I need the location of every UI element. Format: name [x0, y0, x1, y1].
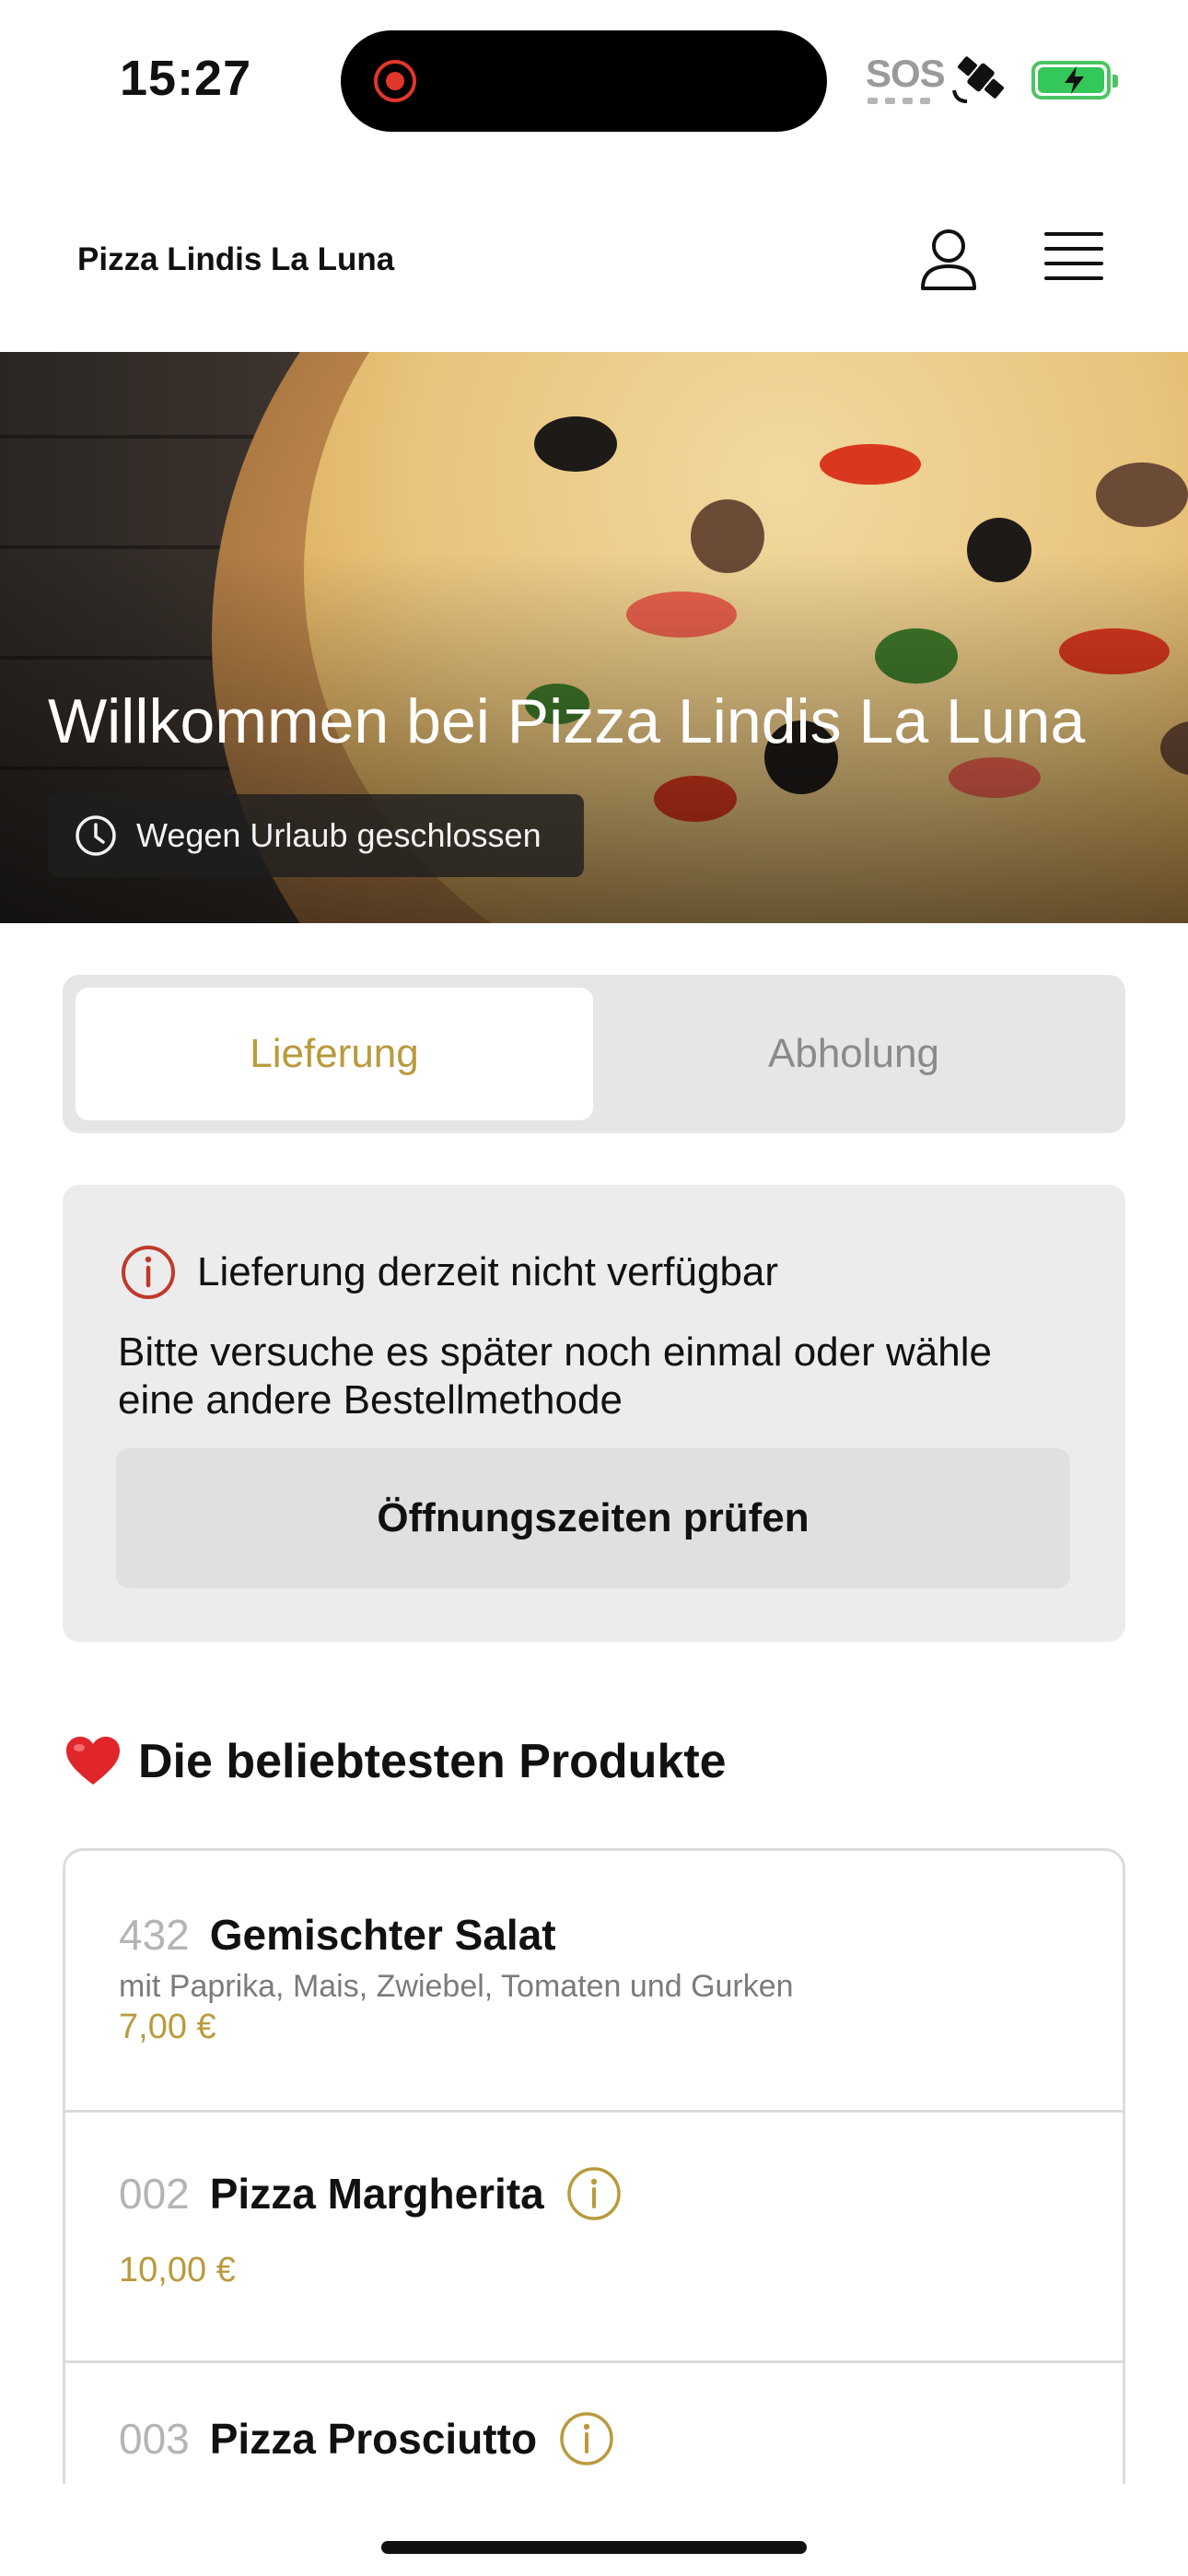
product-name: Gemischter Salat	[209, 1911, 556, 1959]
popular-products-label: Die beliebtesten Produkte	[138, 1735, 727, 1788]
product-item[interactable]: 002 Pizza Margherita 10,00 €	[65, 2113, 1123, 2363]
status-bar: 15:27 SOS	[0, 0, 1188, 157]
product-number: 003	[119, 2415, 190, 2463]
user-icon[interactable]	[917, 226, 980, 292]
heart-icon	[66, 1737, 120, 1785]
info-icon[interactable]	[566, 2166, 622, 2221]
notice-text: Bitte versuche es später noch einmal ode…	[118, 1329, 992, 1423]
delivery-unavailable-notice: Lieferung derzeit nicht verfügbar Bitte …	[63, 1185, 1125, 1642]
welcome-heading: Willkommen bei Pizza Lindis La Luna	[48, 686, 1086, 756]
check-opening-hours-button[interactable]: Öffnungszeiten prüfen	[116, 1448, 1070, 1588]
restaurant-title[interactable]: Pizza Lindis La Luna	[77, 241, 394, 278]
home-indicator[interactable]	[381, 2541, 807, 2554]
tab-delivery[interactable]: Lieferung	[76, 988, 593, 1120]
product-name: Pizza Margherita	[209, 2170, 544, 2218]
hero-banner: Willkommen bei Pizza Lindis La Luna Wege…	[0, 352, 1188, 923]
sos-indicator: SOS	[866, 52, 946, 95]
product-description: mit Paprika, Mais, Zwiebel, Tomaten und …	[119, 1969, 794, 2004]
product-price: 7,00 €	[119, 2008, 216, 2046]
tab-pickup[interactable]: Abholung	[595, 988, 1112, 1120]
app-header: Pizza Lindis La Luna	[0, 184, 1188, 352]
product-name: Pizza Prosciutto	[209, 2415, 538, 2463]
product-number: 002	[119, 2170, 190, 2218]
store-status-text: Wegen Urlaub geschlossen	[136, 816, 542, 854]
dynamic-island	[341, 30, 827, 132]
menu-icon[interactable]	[1042, 228, 1105, 286]
notice-header: Lieferung derzeit nicht verfügbar	[120, 1244, 778, 1301]
order-method-tabs: Lieferung Abholung	[63, 975, 1125, 1133]
product-item[interactable]: 432 Gemischter Salat mit Paprika, Mais, …	[65, 1851, 1123, 2113]
product-number: 432	[119, 1911, 190, 1959]
clock-icon	[76, 815, 116, 856]
satellite-icon	[952, 56, 1005, 103]
product-price: 10,00 €	[119, 2251, 236, 2289]
status-time: 15:27	[120, 51, 252, 106]
battery-charging-icon	[1031, 61, 1118, 100]
popular-products-heading: Die beliebtesten Produkte	[64, 1734, 727, 1789]
screen-recording-icon	[374, 60, 416, 102]
notice-title: Lieferung derzeit nicht verfügbar	[197, 1249, 779, 1294]
store-status-badge: Wegen Urlaub geschlossen	[48, 794, 584, 877]
info-icon[interactable]	[559, 2411, 614, 2466]
product-list: 432 Gemischter Salat mit Paprika, Mais, …	[63, 1848, 1125, 2576]
info-alert-icon	[122, 1246, 175, 1299]
signal-dots	[868, 98, 930, 104]
